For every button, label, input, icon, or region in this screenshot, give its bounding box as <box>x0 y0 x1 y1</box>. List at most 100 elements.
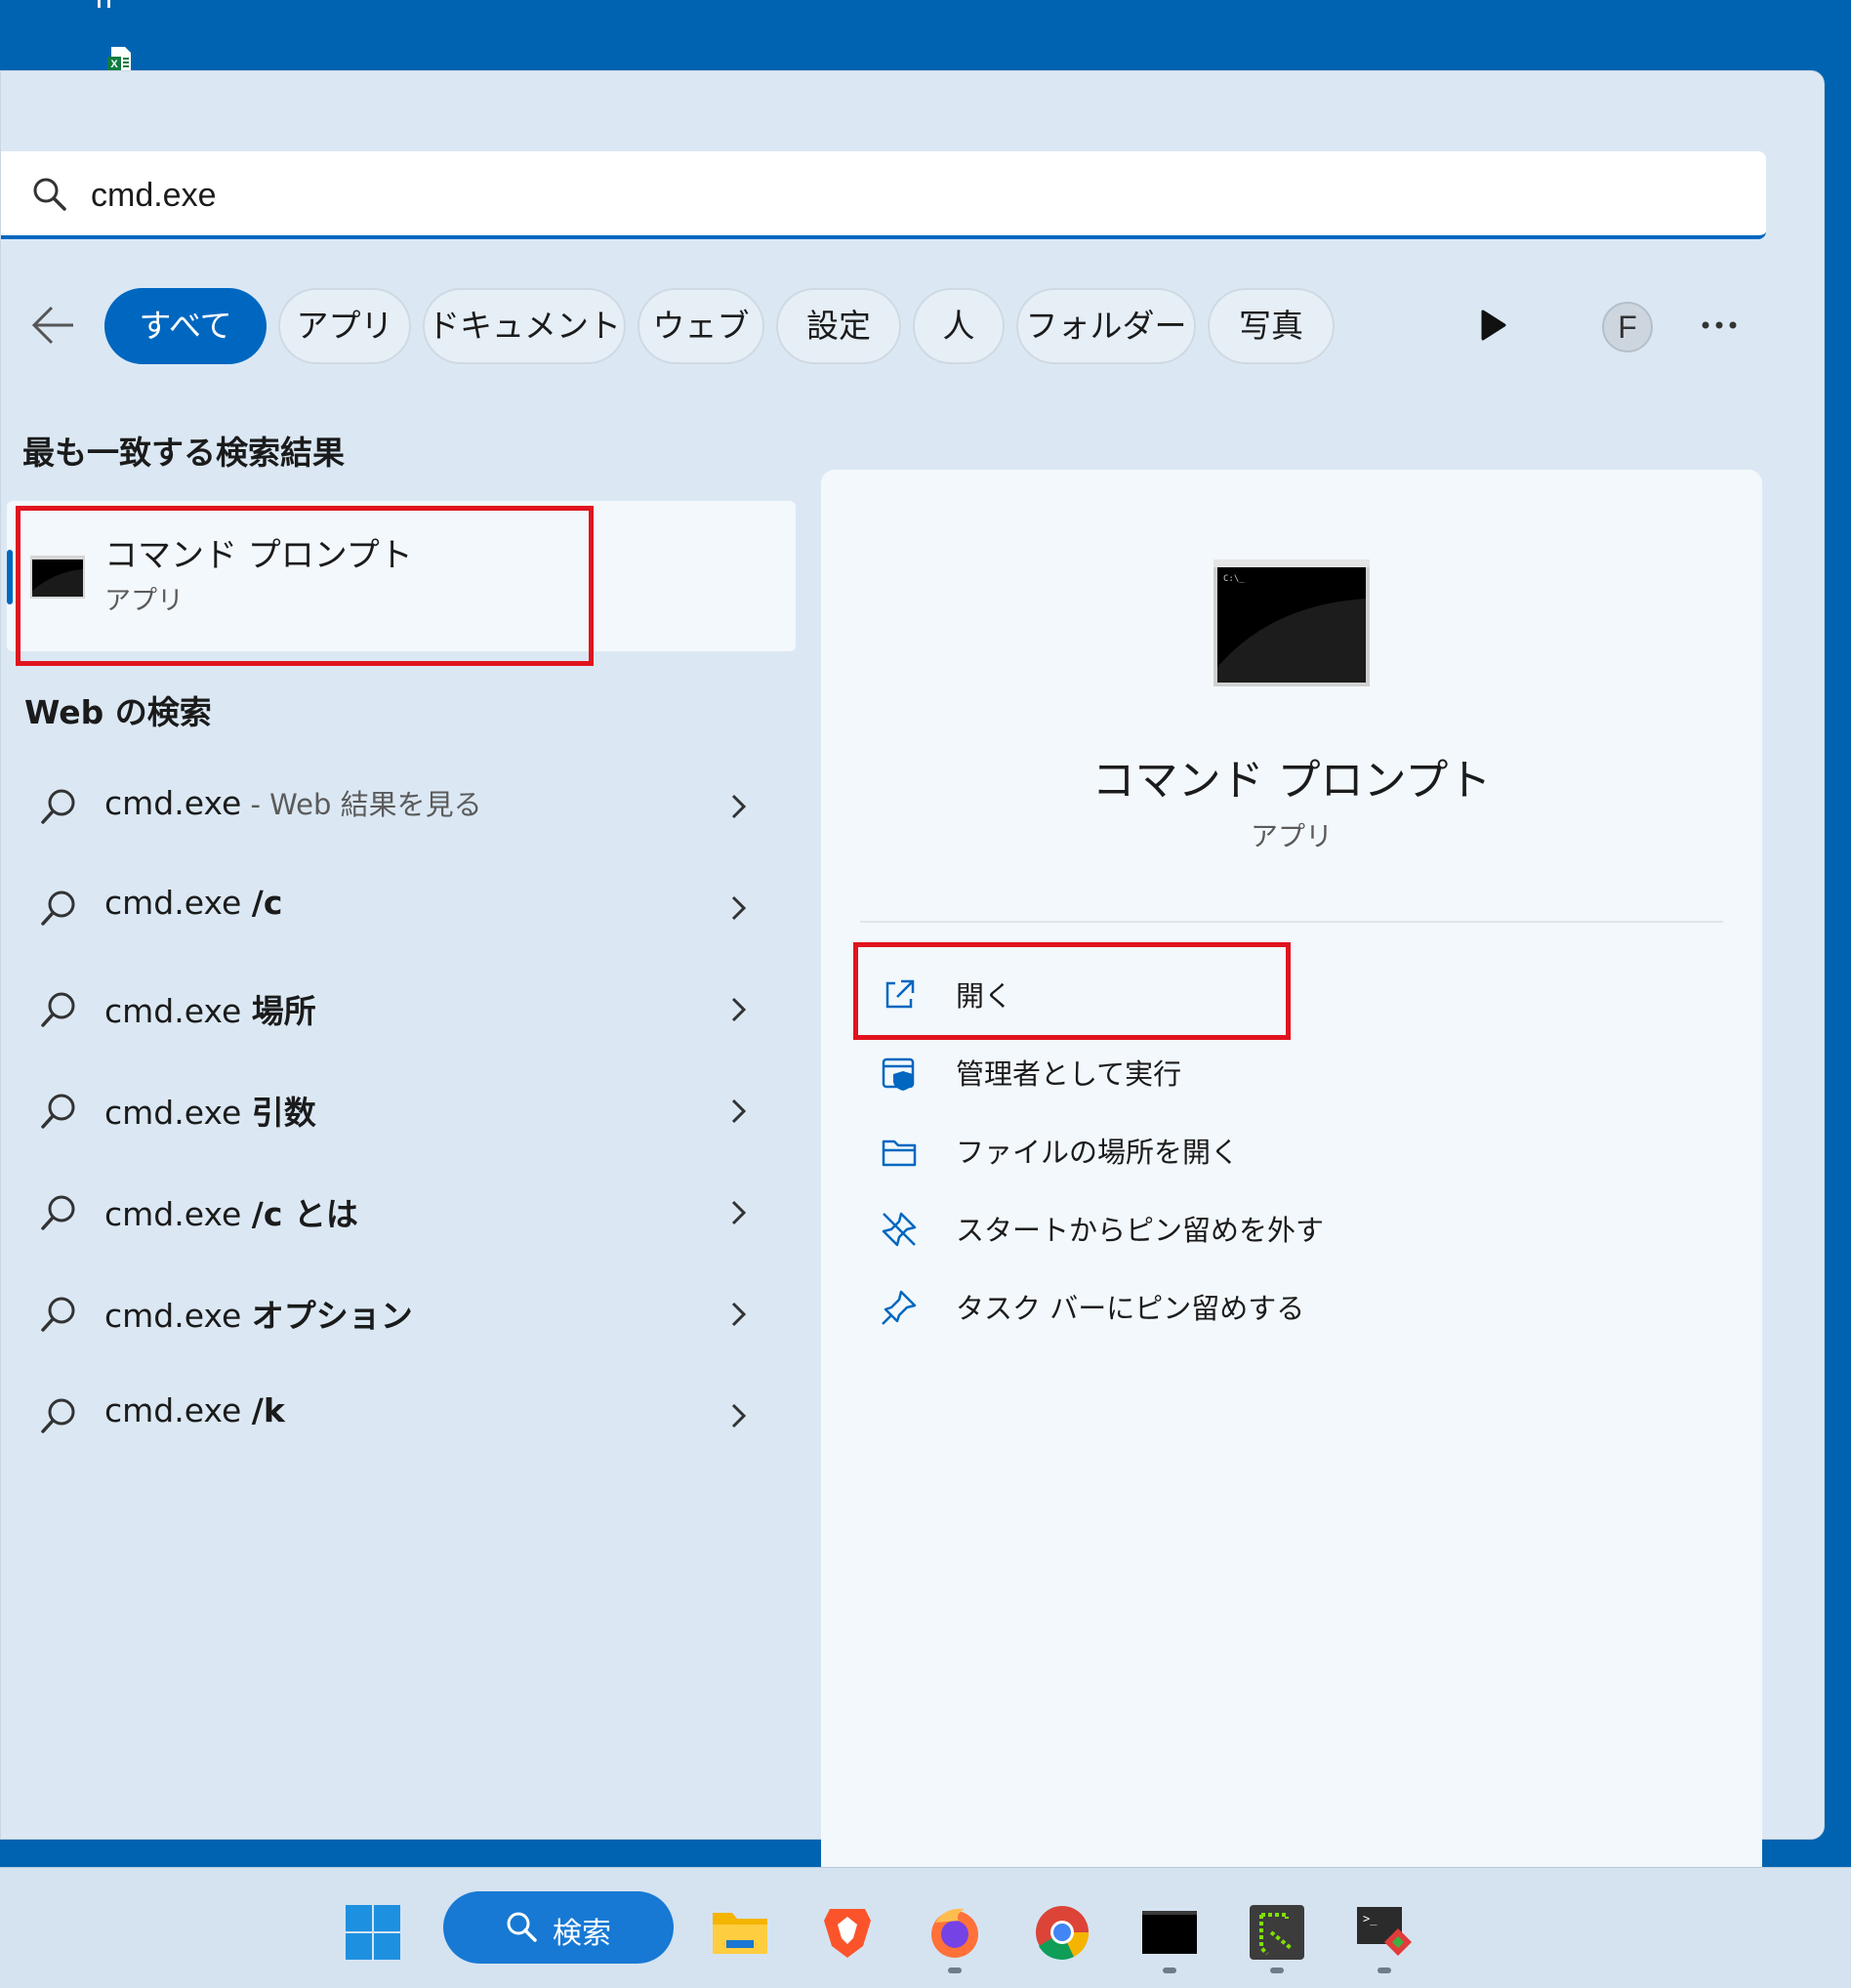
filter-chip-photos[interactable]: 写真 <box>1208 288 1335 364</box>
web-search-icon <box>41 1398 75 1433</box>
web-search-item-text: cmd.exe /c とは <box>104 1188 358 1235</box>
web-search-item[interactable]: cmd.exe /k <box>1 1372 782 1460</box>
web-search-item[interactable]: cmd.exe オプション <box>1 1270 782 1358</box>
suggestion-text: 場所 <box>251 992 316 1030</box>
web-search-icon <box>41 992 75 1027</box>
notepad-plus-plus-icon[interactable] <box>1248 1903 1306 1962</box>
suggestion-subtext: - Web 結果を見る <box>241 788 482 821</box>
best-match-heading: 最も一致する検索結果 <box>22 434 345 472</box>
search-icon <box>33 178 66 211</box>
filter-chip-documents[interactable]: ドキュメント <box>423 288 626 364</box>
query-text: cmd.exe <box>104 884 252 922</box>
file-explorer-icon[interactable] <box>711 1903 769 1962</box>
folder-icon <box>882 1139 917 1167</box>
running-indicator <box>1270 1967 1284 1973</box>
more-options-icon[interactable] <box>1700 315 1739 335</box>
best-match-item[interactable]: コマンド プロンプト アプリ <box>7 501 796 651</box>
chevron-right-icon <box>731 1403 747 1429</box>
web-search-item[interactable]: cmd.exe /c <box>1 864 782 952</box>
preview-title: コマンド プロンプト <box>1091 756 1492 806</box>
search-panel: すべて アプリ ドキュメント ウェブ 設定 人 フォルダー 写真 F 最も一致す… <box>0 70 1825 1909</box>
filter-chip-people[interactable]: 人 <box>913 288 1005 364</box>
action-pin-to-taskbar-label: タスク バーにピン留めする <box>956 1292 1305 1325</box>
filter-chip-apps[interactable]: アプリ <box>278 288 411 364</box>
preview-subtitle: アプリ <box>1250 820 1333 852</box>
query-text: cmd.exe <box>104 1391 252 1429</box>
web-search-item-text: cmd.exe 場所 <box>104 985 316 1032</box>
chevron-right-icon <box>731 1302 747 1327</box>
suggestion-text: 引数 <box>251 1094 316 1132</box>
user-avatar[interactable]: F <box>1602 302 1653 352</box>
action-pin-to-taskbar[interactable]: タスク バーにピン留めする <box>880 1278 1563 1346</box>
pin-icon <box>882 1290 917 1325</box>
chrome-browser-icon[interactable] <box>1033 1903 1091 1962</box>
web-search-icon <box>41 1297 75 1332</box>
preview-pane: C:\_ コマンド プロンプト アプリ 開く 管理者として実行 ファイルの場所を… <box>821 470 1762 1909</box>
divider <box>860 921 1723 923</box>
suggestion-text: /k <box>251 1391 285 1429</box>
suggestion-text: /c とは <box>251 1195 358 1233</box>
filter-bar: すべて アプリ ドキュメント ウェブ 設定 人 フォルダー 写真 F <box>1 286 1824 368</box>
filter-chip-folders[interactable]: フォルダー <box>1016 288 1196 364</box>
web-search-icon <box>41 1094 75 1129</box>
web-search-item-text: cmd.exe - Web 結果を見る <box>104 782 482 823</box>
taskbar-search-icon <box>507 1912 537 1942</box>
query-text: cmd.exe <box>104 1195 252 1233</box>
best-match-title: コマンド プロンプト <box>104 536 413 575</box>
unpin-icon <box>882 1212 917 1247</box>
web-search-item[interactable]: cmd.exe - Web 結果を見る <box>1 763 782 850</box>
action-open-label: 開く <box>956 979 1013 1013</box>
search-input[interactable] <box>89 169 1655 222</box>
action-unpin-from-start-label: スタートからピン留めを外す <box>956 1214 1325 1247</box>
open-external-icon <box>885 979 915 1009</box>
action-open-file-location-label: ファイルの場所を開く <box>956 1136 1240 1169</box>
command-prompt-icon <box>30 556 85 599</box>
running-indicator <box>948 1967 962 1973</box>
search-box[interactable] <box>1 151 1766 239</box>
admin-shield-icon <box>882 1057 915 1091</box>
web-search-item[interactable]: cmd.exe 場所 <box>1 966 782 1054</box>
action-unpin-from-start[interactable]: スタートからピン留めを外す <box>880 1200 1563 1268</box>
action-open-file-location[interactable]: ファイルの場所を開く <box>880 1122 1563 1190</box>
taskbar: 検索 >_ <box>0 1867 1851 1988</box>
web-search-item-text: cmd.exe 引数 <box>104 1087 316 1134</box>
action-run-as-admin-label: 管理者として実行 <box>956 1057 1182 1091</box>
suggestion-text: /c <box>251 884 283 922</box>
filter-chip-web[interactable]: ウェブ <box>638 288 764 364</box>
query-text: cmd.exe <box>104 784 242 822</box>
query-text: cmd.exe <box>104 992 252 1030</box>
web-search-item-text: cmd.exe /k <box>104 1391 285 1429</box>
back-arrow-icon[interactable] <box>28 304 79 347</box>
filter-chip-settings[interactable]: 設定 <box>776 288 901 364</box>
web-search-item[interactable]: cmd.exe 引数 <box>1 1067 782 1155</box>
filter-chip-all[interactable]: すべて <box>104 288 267 364</box>
web-search-item-text: cmd.exe オプション <box>104 1290 413 1337</box>
chevron-right-icon <box>731 997 747 1022</box>
web-search-icon <box>41 789 75 824</box>
svg-text:>_: >_ <box>1363 1912 1378 1926</box>
query-text: cmd.exe <box>104 1297 252 1335</box>
action-run-as-admin[interactable]: 管理者として実行 <box>880 1044 1563 1112</box>
web-search-item-text: cmd.exe /c <box>104 884 282 922</box>
devtools-terminal-icon[interactable]: >_ <box>1355 1903 1414 1962</box>
best-match-subtitle: アプリ <box>104 586 184 616</box>
brave-browser-icon[interactable] <box>818 1903 877 1962</box>
chevron-right-icon <box>731 1200 747 1225</box>
web-search-icon <box>41 1195 75 1230</box>
web-search-heading: Web の検索 <box>24 693 212 731</box>
selection-indicator <box>7 550 13 604</box>
svg-text:C:\_: C:\_ <box>1223 574 1245 584</box>
web-search-icon <box>41 890 75 926</box>
chevron-right-icon <box>731 1098 747 1124</box>
chevron-right-icon <box>731 895 747 921</box>
action-open[interactable]: 開く <box>880 966 1563 1034</box>
running-indicator <box>1163 1967 1176 1973</box>
web-search-item[interactable]: cmd.exe /c とは <box>1 1169 782 1257</box>
suggestion-text: オプション <box>251 1297 413 1335</box>
windows-start-icon[interactable] <box>344 1903 402 1962</box>
taskbar-search-button[interactable]: 検索 <box>443 1891 674 1964</box>
terminal-window-icon[interactable] <box>1140 1903 1199 1962</box>
desktop-app-icon-partial <box>98 0 110 8</box>
more-filters-play-icon[interactable] <box>1475 308 1510 343</box>
firefox-browser-icon[interactable] <box>926 1903 984 1962</box>
